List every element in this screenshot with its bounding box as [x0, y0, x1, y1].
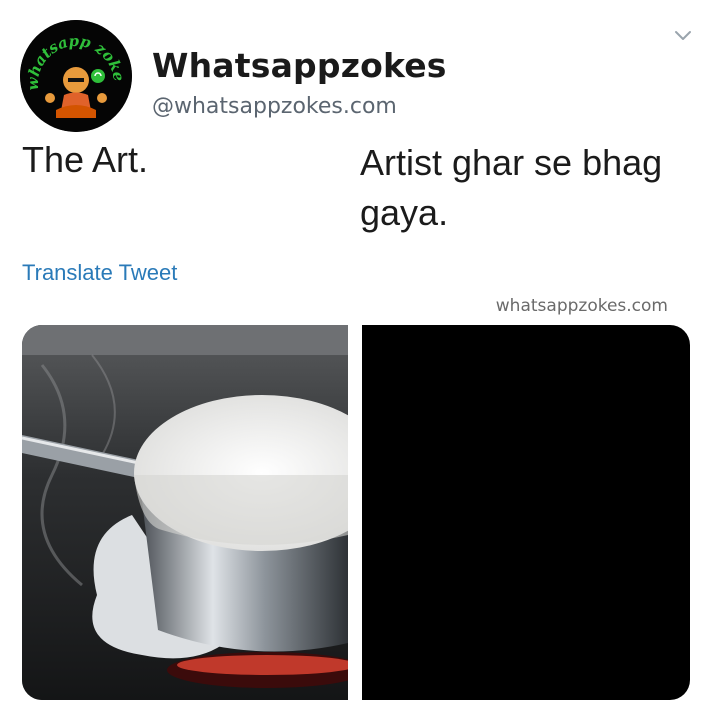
media-image-right[interactable]	[362, 325, 690, 700]
user-handle[interactable]: @whatsappzokes.com	[152, 92, 397, 122]
watermark: whatsappzokes.com	[495, 296, 668, 316]
avatar[interactable]: whatsapp zokes	[20, 20, 132, 132]
display-name[interactable]: Whatsappzokes	[152, 46, 447, 86]
translate-tweet-link[interactable]: Translate Tweet	[22, 260, 177, 286]
caption-right: Artist ghar se bhag gaya.	[360, 142, 663, 233]
chevron-down-icon[interactable]	[672, 24, 694, 46]
media-image-left[interactable]	[22, 325, 348, 700]
caption-left: The Art.	[22, 139, 149, 180]
